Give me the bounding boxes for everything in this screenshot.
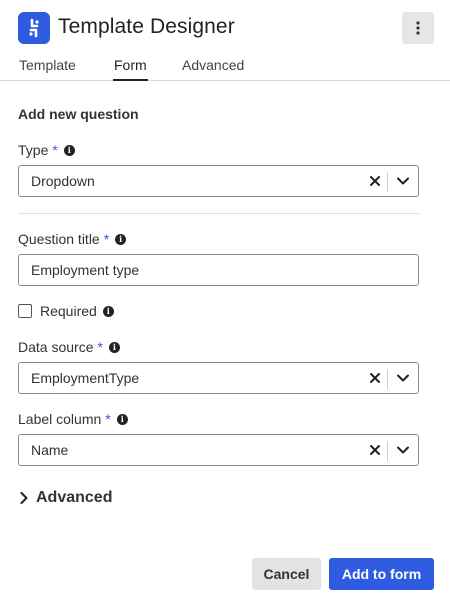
type-select[interactable]: Dropdown [18,165,419,197]
question-title-input[interactable]: Employment type [18,254,419,286]
required-marker: * [103,231,110,247]
question-title-label: Question title * i [18,231,127,247]
required-label: Required [40,303,97,319]
required-marker: * [105,411,111,427]
required-marker: * [52,142,58,158]
required-checkbox[interactable] [18,304,32,318]
data-source-label-text: Data source [18,339,94,355]
info-icon[interactable]: i [63,144,75,156]
select-separator [387,441,388,461]
label-column-value: Name [31,442,69,458]
required-option: Required i [18,303,114,319]
advanced-expander[interactable]: Advanced [20,489,112,507]
type-select-value: Dropdown [31,173,95,189]
tab-bar: Template Form Advanced [0,52,450,81]
tab-template[interactable]: Template [19,57,76,81]
data-source-label: Data source * i [18,339,120,355]
required-marker: * [97,339,103,355]
advanced-label: Advanced [36,489,113,506]
template-designer-panel: Template Designer Template Form Advanced… [0,0,450,608]
header: Template Designer [18,12,434,44]
chevron-down-icon[interactable] [396,174,410,188]
tab-advanced[interactable]: Advanced [182,57,244,81]
data-source-value: EmploymentType [31,370,140,386]
label-column-label-text: Label column [18,411,102,427]
chevron-right-icon [20,492,28,504]
question-title-label-text: Question title [18,231,100,247]
add-to-form-button[interactable]: Add to form [329,558,434,590]
section-title: Add new question [18,106,139,122]
close-icon[interactable] [368,174,382,188]
close-icon[interactable] [368,443,382,457]
more-options-button[interactable] [402,12,434,44]
select-separator [387,172,388,192]
app-logo-icon [18,12,50,44]
label-column-select[interactable]: Name [18,434,419,466]
question-title-value: Employment type [31,262,140,278]
info-icon[interactable]: i [102,305,114,317]
cancel-button[interactable]: Cancel [252,558,321,590]
info-icon[interactable]: i [115,233,127,245]
info-icon[interactable]: i [108,341,120,353]
select-separator [387,369,388,389]
kebab-menu-icon [416,21,420,35]
type-label: Type * i [18,142,75,158]
chevron-down-icon[interactable] [396,371,410,385]
tab-form[interactable]: Form [113,57,148,81]
divider [18,213,419,214]
info-icon[interactable]: i [116,413,128,425]
data-source-select[interactable]: EmploymentType [18,362,419,394]
close-icon[interactable] [368,371,382,385]
chevron-down-icon[interactable] [396,443,410,457]
type-label-text: Type [18,142,49,158]
label-column-label: Label column * i [18,411,128,427]
app-title: Template Designer [58,15,235,38]
